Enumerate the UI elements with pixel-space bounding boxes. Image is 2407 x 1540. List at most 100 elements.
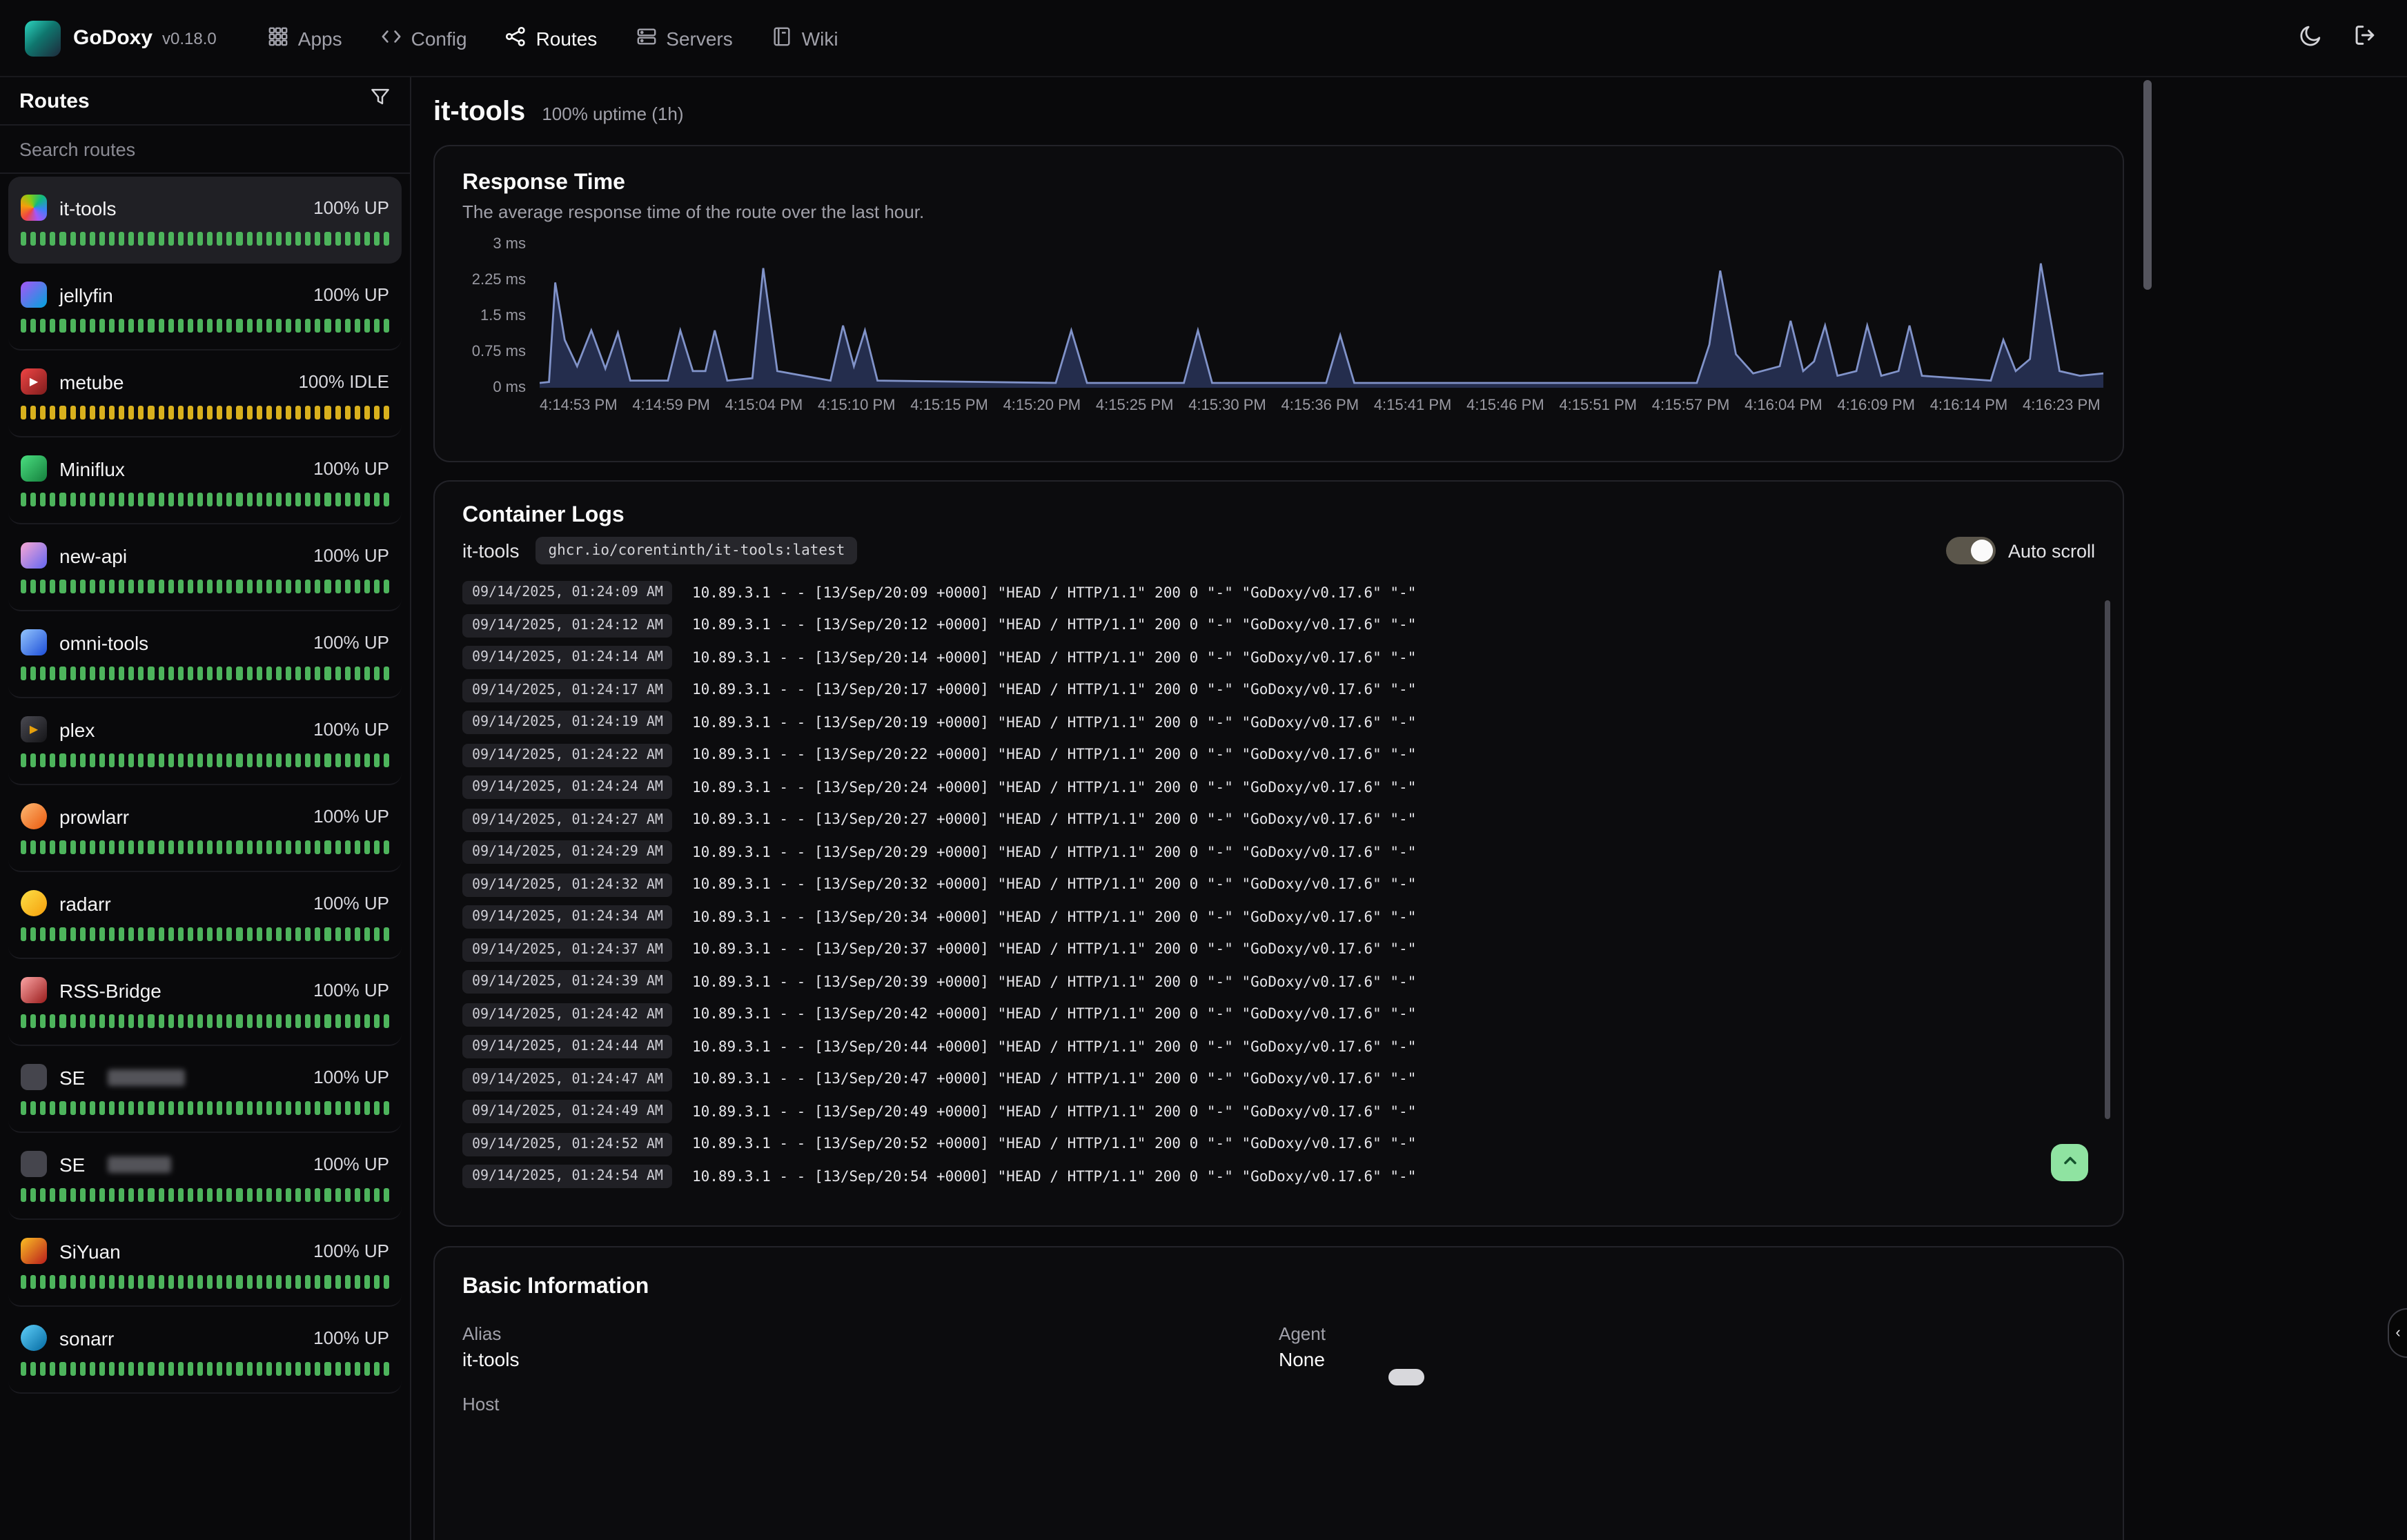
logs-scrollbar-thumb[interactable]: [2105, 600, 2110, 1119]
nav-item-label: Routes: [536, 27, 598, 49]
server-stack-icon: [636, 26, 656, 50]
search-routes-input[interactable]: [19, 139, 391, 159]
log-timestamp-badge: 09/14/2025, 01:24:39 AM: [462, 971, 673, 994]
uptime-bar: [246, 1101, 252, 1115]
uptime-bar: [207, 493, 213, 506]
uptime-bar: [109, 493, 115, 506]
log-timestamp-badge: 09/14/2025, 01:24:19 AM: [462, 711, 673, 735]
agent-label: Agent: [1279, 1323, 2095, 1344]
uptime-bar: [315, 667, 321, 680]
uptime-bar: [217, 232, 222, 246]
nav-item-apps[interactable]: Apps: [253, 14, 357, 61]
uptime-bar: [246, 493, 252, 506]
prowlarr-icon: [21, 803, 47, 829]
scroll-to-top-button[interactable]: [2051, 1144, 2088, 1181]
response-time-card: Response Time The average response time …: [433, 145, 2124, 462]
uptime-bar: [119, 1188, 124, 1202]
route-list-item[interactable]: omni-tools 100% UP: [8, 611, 402, 698]
uptime-bar: [344, 580, 350, 593]
uptime-bar: [21, 1275, 26, 1289]
basic-info-fields: Alias it-tools Agent None Host: [462, 1323, 2095, 1414]
route-list-item[interactable]: new-api 100% UP: [8, 524, 402, 611]
uptime-bar: [197, 667, 203, 680]
nav-item-config[interactable]: Config: [366, 14, 482, 61]
y-tick-label: 0 ms: [493, 379, 526, 396]
uptime-bar: [158, 927, 164, 941]
uptime-bar: [109, 406, 115, 419]
uptime-bar: [188, 667, 193, 680]
log-message: 10.89.3.1 - - [13/Sep/20:49 +0000] "HEAD…: [692, 1104, 1416, 1121]
uptime-bar: [148, 580, 154, 593]
nav-item-wiki[interactable]: Wiki: [756, 14, 854, 61]
uptime-bar: [305, 1275, 311, 1289]
route-list-item[interactable]: RSS-Bridge 100% UP: [8, 959, 402, 1046]
uptime-bar: [178, 1188, 184, 1202]
auto-scroll-control: Auto scroll: [1946, 537, 2101, 564]
uptime-bar: [119, 580, 124, 593]
route-uptime-bars: [21, 1362, 389, 1376]
sonarr-icon: [21, 1325, 47, 1351]
uptime-bar: [128, 319, 134, 333]
uptime-bar: [168, 406, 173, 419]
route-name: SE: [59, 1153, 85, 1175]
uptime-bar: [50, 1275, 56, 1289]
log-row: 09/14/2025, 01:24:42 AM 10.89.3.1 - - [1…: [435, 998, 2123, 1031]
uptime-bar: [21, 319, 26, 333]
uptime-bar: [217, 1362, 222, 1376]
uptime-bar: [374, 1014, 380, 1028]
uptime-bar: [237, 493, 242, 506]
uptime-bar: [256, 1188, 262, 1202]
route-list-item[interactable]: SiYuan 100% UP: [8, 1220, 402, 1307]
uptime-bar: [305, 232, 311, 246]
auto-scroll-toggle[interactable]: [1946, 537, 1996, 564]
nav-item-routes[interactable]: Routes: [491, 14, 613, 61]
body-row: Routes it-tools 100% UP jellyfin 100% UP…: [0, 77, 2407, 1540]
route-uptime-bars: [21, 232, 389, 246]
route-list-item[interactable]: Miniflux 100% UP: [8, 437, 402, 524]
uptime-bar: [374, 319, 380, 333]
route-list-item[interactable]: SE 100% UP: [8, 1133, 402, 1220]
uptime-bar: [90, 1188, 95, 1202]
uptime-bar: [335, 1275, 340, 1289]
log-row: 09/14/2025, 01:24:32 AM 10.89.3.1 - - [1…: [435, 869, 2123, 901]
new-api-icon: [21, 542, 47, 569]
nav-item-servers[interactable]: Servers: [620, 14, 747, 61]
route-list-item[interactable]: SE 100% UP: [8, 1046, 402, 1133]
logout-button[interactable]: [2353, 23, 2377, 53]
route-list-item[interactable]: jellyfin 100% UP: [8, 264, 402, 351]
page-scrollbar-thumb[interactable]: [2143, 80, 2152, 290]
log-row: 09/14/2025, 01:24:54 AM 10.89.3.1 - - [1…: [435, 1161, 2123, 1193]
route-list-item[interactable]: ▶ plex 100% UP: [8, 698, 402, 785]
uptime-bar: [295, 1101, 301, 1115]
uptime-bar: [128, 1014, 134, 1028]
uptime-bar: [158, 1101, 164, 1115]
route-list-item[interactable]: prowlarr 100% UP: [8, 785, 402, 872]
route-name: plex: [59, 718, 95, 740]
uptime-bar: [207, 840, 213, 854]
log-row: 09/14/2025, 01:24:29 AM 10.89.3.1 - - [1…: [435, 836, 2123, 869]
uptime-bar: [197, 840, 203, 854]
uptime-bar: [246, 840, 252, 854]
uptime-bar: [60, 493, 66, 506]
uptime-bar: [109, 580, 115, 593]
uptime-bar: [315, 753, 321, 767]
uptime-bar: [197, 1362, 203, 1376]
route-list-item[interactable]: it-tools 100% UP: [8, 177, 402, 264]
uptime-bar: [178, 1014, 184, 1028]
moon-icon: [2299, 23, 2323, 53]
uptime-bar: [207, 1014, 213, 1028]
route-list-item[interactable]: radarr 100% UP: [8, 872, 402, 959]
route-list-item[interactable]: sonarr 100% UP: [8, 1307, 402, 1394]
uptime-bar: [178, 667, 184, 680]
uptime-bar: [266, 927, 271, 941]
filter-button[interactable]: [370, 87, 391, 115]
uptime-bar: [30, 580, 36, 593]
uptime-bar: [109, 1101, 115, 1115]
theme-toggle-button[interactable]: [2299, 23, 2323, 53]
uptime-bar: [246, 232, 252, 246]
log-message: 10.89.3.1 - - [13/Sep/20:34 +0000] "HEAD…: [692, 909, 1416, 926]
uptime-bar: [21, 1014, 26, 1028]
uptime-bar: [325, 493, 331, 506]
route-list-item[interactable]: ▶ metube 100% IDLE: [8, 351, 402, 437]
route-name: metube: [59, 371, 124, 393]
